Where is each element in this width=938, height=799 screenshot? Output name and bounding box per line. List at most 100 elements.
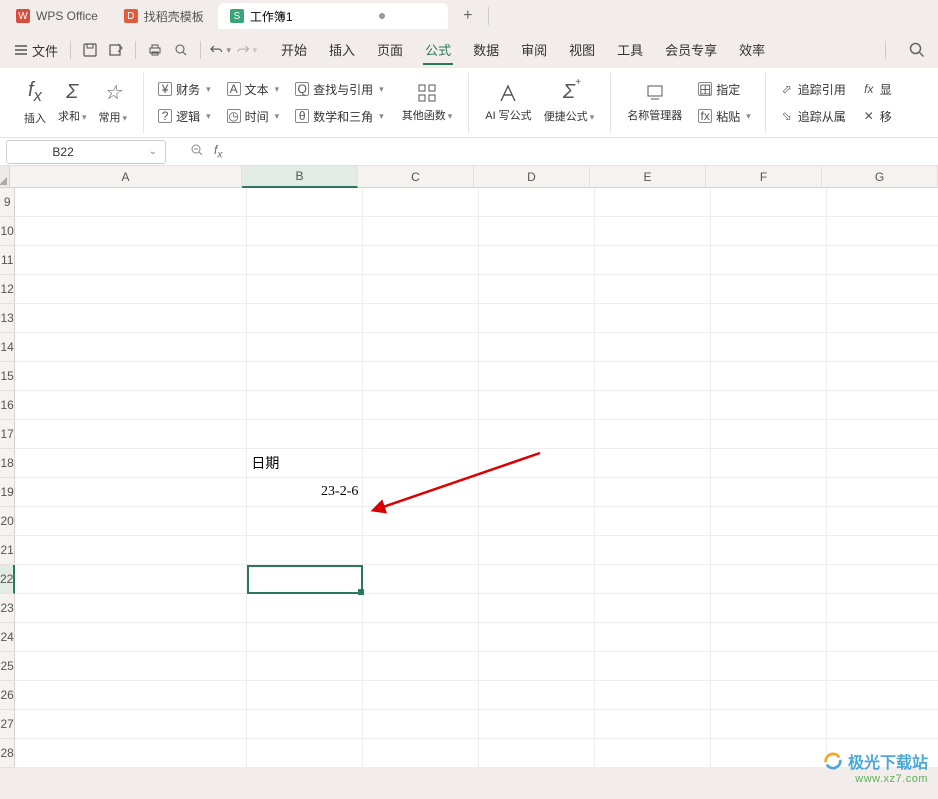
text-button[interactable]: A文本▾ <box>223 79 284 100</box>
tab-insert[interactable]: 插入 <box>327 36 357 65</box>
cell[interactable] <box>827 275 938 304</box>
tab-formula[interactable]: 公式 <box>423 36 453 65</box>
cell[interactable] <box>711 420 827 449</box>
row-header[interactable]: 14 <box>0 333 15 362</box>
col-header-e[interactable]: E <box>590 166 706 188</box>
print-button[interactable] <box>144 39 166 61</box>
cell[interactable] <box>595 275 711 304</box>
cell[interactable] <box>247 304 363 333</box>
col-header-a[interactable]: A <box>10 166 242 188</box>
cell[interactable]: 23-2-6 <box>247 478 363 507</box>
common-button[interactable]: ☆ 常用▾ <box>93 80 134 125</box>
row-header[interactable]: 27 <box>0 710 15 739</box>
cell[interactable] <box>711 739 827 768</box>
cell[interactable] <box>479 362 595 391</box>
cell[interactable] <box>595 478 711 507</box>
cell[interactable] <box>247 275 363 304</box>
cell[interactable] <box>711 507 827 536</box>
row-header[interactable]: 28 <box>0 739 15 768</box>
cells-area[interactable]: 日期23-2-6 <box>15 188 938 768</box>
col-header-b[interactable]: B <box>242 166 358 188</box>
cell[interactable] <box>711 275 827 304</box>
cell[interactable] <box>827 594 938 623</box>
cell[interactable] <box>479 536 595 565</box>
cell[interactable] <box>827 333 938 362</box>
row-header[interactable]: 13 <box>0 304 15 333</box>
cell[interactable] <box>711 565 827 594</box>
cell[interactable] <box>711 536 827 565</box>
logic-button[interactable]: ?逻辑▾ <box>154 106 215 127</box>
cell[interactable] <box>15 304 247 333</box>
show-formula-button[interactable]: fx显 <box>858 79 896 100</box>
time-button[interactable]: ◷时间▾ <box>223 106 284 127</box>
cell[interactable] <box>595 304 711 333</box>
col-header-c[interactable]: C <box>358 166 474 188</box>
cell[interactable] <box>479 217 595 246</box>
select-all-corner[interactable] <box>0 166 10 188</box>
cell[interactable] <box>363 275 479 304</box>
cell[interactable] <box>479 507 595 536</box>
cell[interactable] <box>15 594 247 623</box>
cell[interactable] <box>479 739 595 768</box>
cell[interactable] <box>595 391 711 420</box>
remove-arrows-button[interactable]: ✕移 <box>858 106 896 127</box>
cell[interactable] <box>363 739 479 768</box>
cell[interactable]: 日期 <box>247 449 363 478</box>
cell[interactable] <box>827 420 938 449</box>
row-header[interactable]: 22 <box>0 565 15 594</box>
cell[interactable] <box>15 391 247 420</box>
cell[interactable] <box>711 391 827 420</box>
tab-page[interactable]: 页面 <box>375 36 405 65</box>
cell[interactable] <box>595 507 711 536</box>
row-header[interactable]: 11 <box>0 246 15 275</box>
cell[interactable] <box>479 333 595 362</box>
cell[interactable] <box>711 710 827 739</box>
row-header[interactable]: 9 <box>0 188 15 217</box>
cell[interactable] <box>247 362 363 391</box>
search-button[interactable] <box>906 39 928 61</box>
cell[interactable] <box>363 594 479 623</box>
cell[interactable] <box>15 362 247 391</box>
cell[interactable] <box>827 246 938 275</box>
cell[interactable] <box>363 652 479 681</box>
cell[interactable] <box>15 565 247 594</box>
cell[interactable] <box>827 710 938 739</box>
cell[interactable] <box>15 217 247 246</box>
cell[interactable] <box>15 681 247 710</box>
cell[interactable] <box>247 333 363 362</box>
undo-button[interactable]: ▾ <box>209 39 231 61</box>
tab-data[interactable]: 数据 <box>471 36 501 65</box>
define-name-button[interactable]: 田指定 <box>694 79 755 100</box>
cell[interactable] <box>479 565 595 594</box>
insert-function-button[interactable]: fx 插入 <box>18 79 52 126</box>
cell[interactable] <box>827 507 938 536</box>
cell[interactable] <box>711 594 827 623</box>
cell[interactable] <box>711 304 827 333</box>
row-header[interactable]: 23 <box>0 594 15 623</box>
cell[interactable] <box>363 536 479 565</box>
cell[interactable] <box>827 536 938 565</box>
lookup-button[interactable]: Q查找与引用▾ <box>291 79 388 100</box>
cell[interactable] <box>15 333 247 362</box>
row-header[interactable]: 26 <box>0 681 15 710</box>
cell[interactable] <box>827 478 938 507</box>
cell[interactable] <box>827 304 938 333</box>
cell[interactable] <box>15 188 247 217</box>
tab-view[interactable]: 视图 <box>567 36 597 65</box>
cell[interactable] <box>595 536 711 565</box>
col-header-f[interactable]: F <box>706 166 822 188</box>
cell[interactable] <box>595 420 711 449</box>
row-header[interactable]: 21 <box>0 536 15 565</box>
cell[interactable] <box>247 594 363 623</box>
cell[interactable] <box>711 362 827 391</box>
cell[interactable] <box>247 246 363 275</box>
cell[interactable] <box>363 478 479 507</box>
fx-icon[interactable]: fx <box>214 143 222 160</box>
cell[interactable] <box>363 188 479 217</box>
cell[interactable] <box>363 681 479 710</box>
export-button[interactable] <box>105 39 127 61</box>
finance-button[interactable]: ¥财务▾ <box>154 79 215 100</box>
cell[interactable] <box>711 246 827 275</box>
cell[interactable] <box>247 739 363 768</box>
cell[interactable] <box>595 333 711 362</box>
